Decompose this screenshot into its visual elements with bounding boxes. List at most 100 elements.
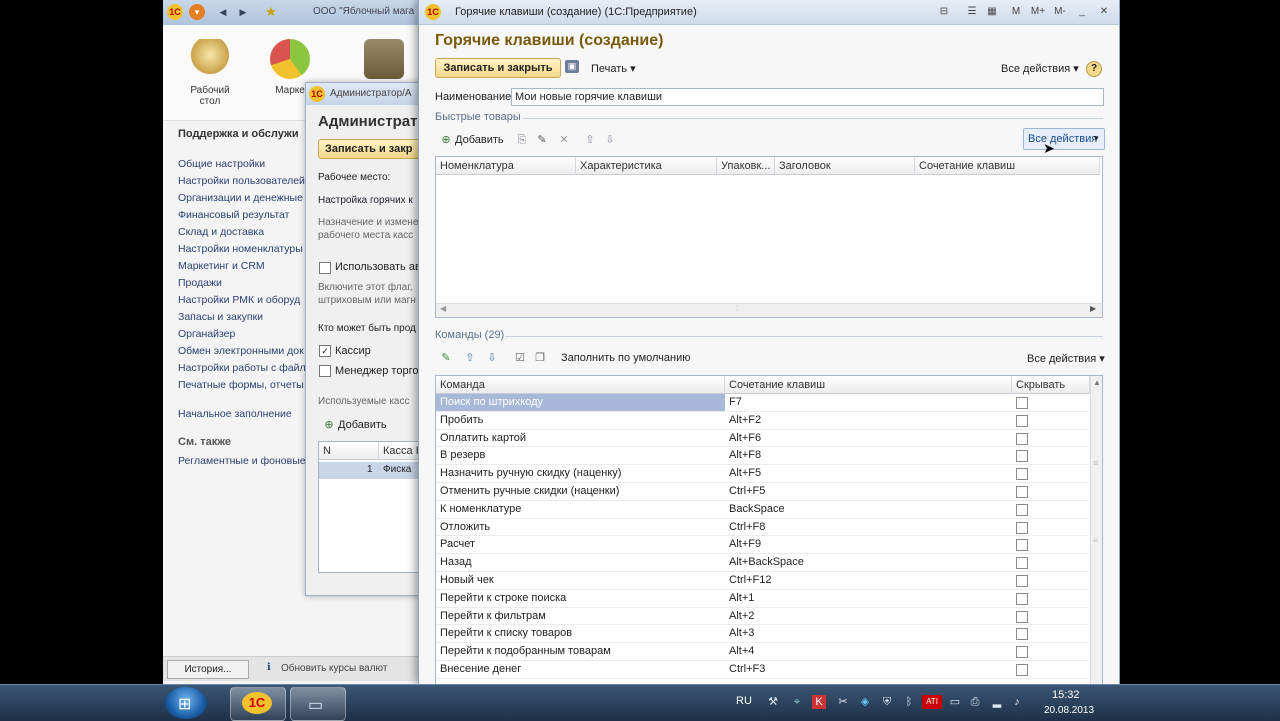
hide-checkbox[interactable] xyxy=(1016,468,1028,481)
quick-goods-col[interactable]: Заголовок xyxy=(775,157,915,175)
update-rates-link[interactable]: Обновить курсы валют xyxy=(281,663,387,674)
hide-checkbox[interactable] xyxy=(1016,610,1028,623)
restore-icon[interactable]: ⊟ xyxy=(937,5,951,18)
history-button[interactable]: История... xyxy=(167,660,249,679)
hide-checkbox[interactable] xyxy=(1016,592,1028,605)
ribbon-delivery[interactable] xyxy=(349,39,419,85)
minimize-icon[interactable]: _ xyxy=(1075,5,1089,18)
calendar-icon[interactable]: ▦ xyxy=(985,5,999,18)
favorites-star-icon[interactable]: ★ xyxy=(263,4,279,20)
memory-mplus-button[interactable]: M+ xyxy=(1029,5,1047,18)
cashier-checkbox[interactable]: ✓ xyxy=(319,345,331,357)
ribbon-desktop[interactable]: Рабочий стол xyxy=(175,39,245,107)
hide-checkbox[interactable] xyxy=(1016,450,1028,463)
sidebar-link[interactable]: Настройки номенклатуры xyxy=(178,241,308,258)
tray-signal-icon[interactable]: ▂ xyxy=(990,695,1004,709)
hide-checkbox[interactable] xyxy=(1016,432,1028,445)
tray-bluetooth-icon[interactable]: ᛒ xyxy=(902,695,916,709)
table-row[interactable]: Пробить Alt+F2 xyxy=(436,412,1088,430)
quick-goods-all-actions-button[interactable]: Все действия ▾ xyxy=(1023,128,1105,150)
hide-checkbox[interactable] xyxy=(1016,414,1028,427)
sidebar-link[interactable]: Печатные формы, отчеты xyxy=(178,377,308,394)
table-row[interactable]: Отложить Ctrl+F8 xyxy=(436,519,1088,537)
clock-date[interactable]: 20.08.2013 xyxy=(1044,705,1094,716)
sidebar-link[interactable]: Склад и доставка xyxy=(178,224,308,241)
uncheck-all-icon[interactable]: ❐ xyxy=(533,351,547,365)
col-key[interactable]: Сочетание клавиш xyxy=(725,376,1012,394)
sidebar-initial-fill[interactable]: Начальное заполнение xyxy=(178,406,292,423)
horizontal-scrollbar[interactable]: ◀ ⁞ ▶ xyxy=(436,303,1102,317)
table-row[interactable]: Назначить ручную скидку (наценку) Alt+F5 xyxy=(436,465,1088,483)
save-close-button[interactable]: Записать и закрыть xyxy=(435,58,561,78)
tray-volume-icon[interactable]: ♪ xyxy=(1010,695,1024,709)
quick-goods-col[interactable]: Упаковк... xyxy=(717,157,775,175)
sidebar-link[interactable]: Общие настройки xyxy=(178,156,308,173)
tray-antivirus-icon[interactable]: K xyxy=(812,695,826,709)
scroll-right-icon[interactable]: ▶ xyxy=(1090,304,1096,313)
commands-all-actions-menu[interactable]: Все действия ▾ xyxy=(1027,352,1105,365)
col-n[interactable]: N xyxy=(319,442,379,460)
table-row[interactable]: Новый чек Ctrl+F12 xyxy=(436,572,1088,590)
hide-checkbox[interactable] xyxy=(1016,664,1028,676)
edit-pencil-icon[interactable]: ✎ xyxy=(439,351,453,365)
table-row[interactable]: К номенклатуре BackSpace xyxy=(436,501,1088,519)
sidebar-link[interactable]: Органайзер xyxy=(178,326,308,343)
copy-icon[interactable]: ⎘ xyxy=(515,133,529,147)
tray-ati-icon[interactable]: ATI xyxy=(922,695,942,709)
col-hide[interactable]: Скрывать xyxy=(1012,376,1090,394)
dropdown-icon[interactable]: ▾ xyxy=(189,4,205,20)
move-down-icon[interactable]: ⇩ xyxy=(603,133,617,147)
start-button[interactable]: ⊞ xyxy=(165,687,207,719)
hide-checkbox[interactable] xyxy=(1016,646,1028,659)
table-row[interactable]: Оплатить картой Alt+F6 xyxy=(436,430,1088,448)
col-command[interactable]: Команда xyxy=(436,376,725,394)
admin-save-button[interactable]: Записать и закр xyxy=(318,139,424,159)
tray-wrench-icon[interactable]: ✂ xyxy=(836,695,850,709)
tray-network-icon[interactable]: ⌖ xyxy=(790,695,804,709)
hide-checkbox[interactable] xyxy=(1016,397,1028,409)
table-row[interactable]: Расчет Alt+F9 xyxy=(436,536,1088,555)
quick-goods-col[interactable]: Сочетание клавиш xyxy=(915,157,1100,175)
hide-checkbox[interactable] xyxy=(1016,628,1028,641)
table-row[interactable]: Перейти к фильтрам Alt+2 xyxy=(436,608,1088,626)
back-icon[interactable]: ◀ xyxy=(215,4,231,20)
sidebar-link[interactable]: Настройки пользователей xyxy=(178,173,308,190)
print-menu[interactable]: Печать ▾ xyxy=(591,62,636,75)
scroll-grip-icon[interactable]: ⁞ xyxy=(736,304,738,313)
all-actions-menu[interactable]: Все действия ▾ xyxy=(1001,62,1079,75)
clock-time[interactable]: 15:32 xyxy=(1052,689,1080,701)
table-row[interactable]: Внесение денег Ctrl+F3 xyxy=(436,661,1088,679)
quick-goods-col[interactable]: Характеристика xyxy=(576,157,717,175)
delete-icon[interactable]: ✕ xyxy=(557,133,571,147)
forward-icon[interactable]: ▶ xyxy=(235,4,251,20)
tray-shield-icon[interactable]: ⛨ xyxy=(880,695,894,709)
hide-checkbox[interactable] xyxy=(1016,557,1028,570)
sidebar-link[interactable]: Организации и денежные xyxy=(178,190,308,207)
manager-checkbox[interactable] xyxy=(319,365,331,377)
sidebar-link[interactable]: Финансовый результат xyxy=(178,207,308,224)
quick-goods-col[interactable]: Номенклатура xyxy=(436,157,576,175)
sidebar-link[interactable]: Запасы и закупки xyxy=(178,309,308,326)
sidebar-link[interactable]: Настройки РМК и оборуд xyxy=(178,292,308,309)
table-row[interactable]: Перейти к списку товаров Alt+3 xyxy=(436,625,1088,644)
scroll-up-icon[interactable]: ▲ xyxy=(1093,378,1101,387)
edit-pencil-icon[interactable]: ✎ xyxy=(535,133,549,147)
scroll-left-icon[interactable]: ◀ xyxy=(440,304,446,313)
memory-mminus-button[interactable]: M- xyxy=(1053,5,1067,18)
check-all-icon[interactable]: ☑ xyxy=(513,351,527,365)
move-up-icon[interactable]: ⇧ xyxy=(583,133,597,147)
table-row[interactable]: В резерв Alt+F8 xyxy=(436,447,1088,466)
quick-goods-add-button[interactable]: Добавить xyxy=(455,134,504,146)
table-row[interactable]: 1 Фиска xyxy=(319,462,424,479)
hide-checkbox[interactable] xyxy=(1016,521,1028,534)
fill-default-button[interactable]: Заполнить по умолчанию xyxy=(561,352,691,364)
taskbar-onec-button[interactable]: 1С xyxy=(230,687,286,721)
onec-logo-icon[interactable]: 1C xyxy=(167,4,183,20)
sidebar-link[interactable]: Продажи xyxy=(178,275,308,292)
memory-m-button[interactable]: M xyxy=(1009,5,1023,18)
see-also-link[interactable]: Регламентные и фоновые xyxy=(178,453,306,470)
hide-checkbox[interactable] xyxy=(1016,486,1028,498)
scroll-grip-icon[interactable]: ≡ xyxy=(1093,536,1098,545)
tray-wifi-icon[interactable]: ◈ xyxy=(858,695,872,709)
workplace-value[interactable]: Настройка горячих к xyxy=(318,195,413,206)
